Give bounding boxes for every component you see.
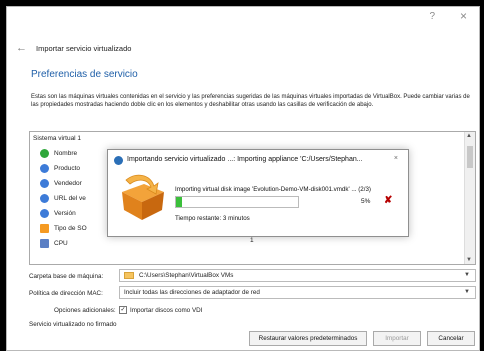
vm-icon <box>40 148 49 158</box>
base-folder-value: C:\Users\Stephan\VirtualBox VMs <box>139 272 234 279</box>
help-button[interactable]: ? <box>429 11 435 22</box>
base-folder-select[interactable]: C:\Users\Stephan\VirtualBox VMs ▼ <box>119 269 476 282</box>
extra-options-label: Opciones adicionales: <box>54 307 116 314</box>
close-button[interactable]: × <box>460 9 467 23</box>
info-icon <box>40 163 49 173</box>
cancel-button[interactable]: Cancelar <box>427 331 475 346</box>
page-title: Preferencias de servicio <box>31 69 138 80</box>
list-item-product[interactable]: Producto <box>40 162 80 174</box>
mac-policy-value: Incluir todas las direcciones de adaptad… <box>124 289 260 296</box>
virtualbox-icon <box>114 156 123 165</box>
cpu-icon <box>40 238 49 248</box>
list-item-cpu[interactable]: CPU 1 <box>40 237 460 249</box>
time-remaining: Tiempo restante: 3 minutos <box>175 215 250 222</box>
import-vdi-checkbox[interactable]: ✓ <box>119 306 127 314</box>
list-item-vendor[interactable]: Vendedor <box>40 177 82 189</box>
info-icon <box>40 193 49 203</box>
back-arrow-icon[interactable]: ← <box>16 42 27 54</box>
folder-label: Carpeta base de máquina: <box>29 273 104 280</box>
import-appliance-window: ? × ← Importar servicio virtualizado Pre… <box>6 6 480 351</box>
signature-status: Servicio virtualizado no firmado <box>29 321 117 328</box>
list-header[interactable]: Sistema virtual 1 <box>33 135 81 142</box>
chevron-down-icon: ▼ <box>464 272 470 278</box>
progress-bar-fill <box>176 197 183 207</box>
import-vdi-label[interactable]: Importar discos como VDI <box>130 307 202 314</box>
wizard-title: Importar servicio virtualizado <box>36 44 132 53</box>
os-icon <box>40 223 49 233</box>
scroll-thumb[interactable] <box>467 146 473 168</box>
list-item-value: 1 <box>250 237 254 244</box>
list-item-version[interactable]: Versión <box>40 207 76 219</box>
folder-icon <box>124 272 134 279</box>
scroll-down-icon[interactable]: ▼ <box>466 257 472 263</box>
chevron-down-icon: ▼ <box>464 289 470 295</box>
list-item-label: CPU <box>54 239 68 247</box>
button-bar: Restaurar valores predeterminados Import… <box>249 331 475 346</box>
list-item-label: Nombre <box>54 149 78 157</box>
import-box-icon <box>122 174 164 220</box>
list-item-label: Tipo de SO <box>54 224 87 232</box>
list-item-name[interactable]: Nombre <box>40 147 77 159</box>
info-icon <box>40 178 49 188</box>
page-description: Estas son las máquinas virtuales conteni… <box>31 94 470 108</box>
progress-percent: 5% <box>361 198 371 205</box>
progress-close-icon[interactable]: × <box>394 155 398 162</box>
import-progress-bar <box>175 196 299 208</box>
list-item-label: Versión <box>54 209 76 217</box>
scroll-up-icon[interactable]: ▲ <box>466 133 472 139</box>
mac-policy-select[interactable]: Incluir todas las direcciones de adaptad… <box>119 286 476 299</box>
list-scrollbar[interactable]: ▲ ▼ <box>464 132 475 264</box>
cancel-operation-icon[interactable]: ✘ <box>384 195 392 206</box>
import-vdi-checkbox-row[interactable]: ✓ Importar discos como VDI <box>119 306 202 314</box>
list-item-label: Vendedor <box>54 179 82 187</box>
progress-dialog-title: Importando servicio virtualizado ...: Im… <box>127 156 363 163</box>
mac-policy-label: Política de dirección MAC: <box>29 290 103 297</box>
title-bar: ? × <box>7 7 479 29</box>
info-icon <box>40 208 49 218</box>
list-item-label: Producto <box>54 164 81 172</box>
list-item-vendor-url[interactable]: URL del ve <box>40 192 86 204</box>
import-progress-dialog: Importando servicio virtualizado ...: Im… <box>107 149 409 237</box>
list-item-os-type[interactable]: Tipo de SO <box>40 222 87 234</box>
import-button[interactable]: Importar <box>373 331 421 346</box>
restore-defaults-button[interactable]: Restaurar valores predeterminados <box>249 331 367 346</box>
list-item-label: URL del ve <box>54 194 86 202</box>
progress-operation-text: Importing virtual disk image 'Evolution-… <box>175 186 371 193</box>
